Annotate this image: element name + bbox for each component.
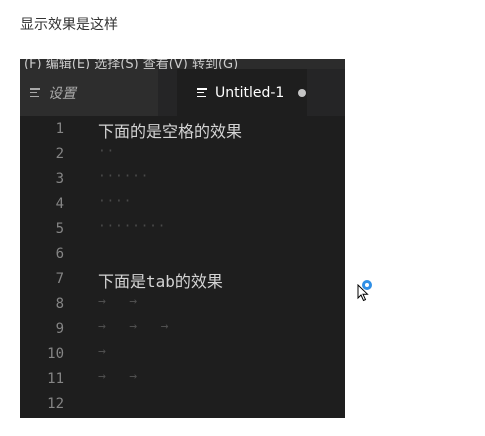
line-number: 2 — [55, 146, 64, 162]
code-line: 12 — [20, 391, 345, 416]
code-line: 9 → → → — [20, 316, 345, 341]
mouse-pointer-icon — [357, 284, 369, 302]
line-number: 1 — [55, 121, 64, 137]
tab-marker: → → → — [98, 319, 169, 334]
code-line: 4 ···· — [20, 191, 345, 216]
caption-text: 显示效果是这样 — [20, 17, 118, 33]
tab-untitled-1-label: Untitled-1 — [215, 84, 285, 101]
code-line: 7 下面是tab的效果 — [20, 266, 345, 291]
space-marker: ······ — [98, 169, 150, 184]
space-marker: ········ — [98, 219, 167, 234]
code-area[interactable]: 1 下面的是空格的效果 2 ·· 3 ······ 4 ···· 5 ·····… — [20, 116, 345, 416]
line-number: 5 — [55, 221, 64, 237]
line-text: 下面的是空格的效果 — [98, 122, 243, 141]
line-number: 6 — [55, 246, 64, 262]
tab-settings-label: 设置 — [48, 85, 76, 102]
menu-bar-labels[interactable]: (F) 编辑(E) 选择(S) 查看(V) 转到(G) — [24, 59, 238, 69]
line-number: 12 — [47, 396, 64, 412]
unsaved-dot-icon[interactable] — [298, 88, 307, 97]
code-line: 10 → — [20, 341, 345, 366]
code-line: 11 → → — [20, 366, 345, 391]
file-lines-icon — [30, 88, 40, 97]
code-line: 3 ······ — [20, 166, 345, 191]
code-line: 5 ········ — [20, 216, 345, 241]
line-number: 8 — [55, 296, 64, 312]
tab-marker: → — [98, 344, 106, 359]
tab-settings[interactable]: 设置 — [20, 69, 158, 116]
line-number: 4 — [55, 196, 64, 212]
line-number: 7 — [55, 271, 64, 287]
tab-untitled-1[interactable]: Untitled-1 — [177, 69, 307, 116]
tab-marker: → → — [98, 294, 138, 309]
line-text: 下面是tab的效果 — [98, 272, 223, 291]
line-number: 11 — [47, 371, 64, 387]
code-line: 6 — [20, 241, 345, 266]
tab-marker: → → — [98, 369, 138, 384]
line-number: 9 — [55, 321, 64, 337]
space-marker: ···· — [98, 194, 133, 209]
line-number: 10 — [47, 346, 64, 362]
tab-bar: 设置 Untitled-1 — [20, 69, 345, 116]
menu-bar: (F) 编辑(E) 选择(S) 查看(V) 转到(G) — [20, 59, 345, 69]
code-line: 1 下面的是空格的效果 — [20, 116, 345, 141]
code-editor-window: (F) 编辑(E) 选择(S) 查看(V) 转到(G) 设置 Untitled-… — [20, 59, 345, 418]
space-marker: ·· — [98, 144, 116, 159]
code-line: 8 → → — [20, 291, 345, 316]
line-number: 3 — [55, 171, 64, 187]
code-line: 2 ·· — [20, 141, 345, 166]
file-lines-icon — [197, 88, 207, 97]
